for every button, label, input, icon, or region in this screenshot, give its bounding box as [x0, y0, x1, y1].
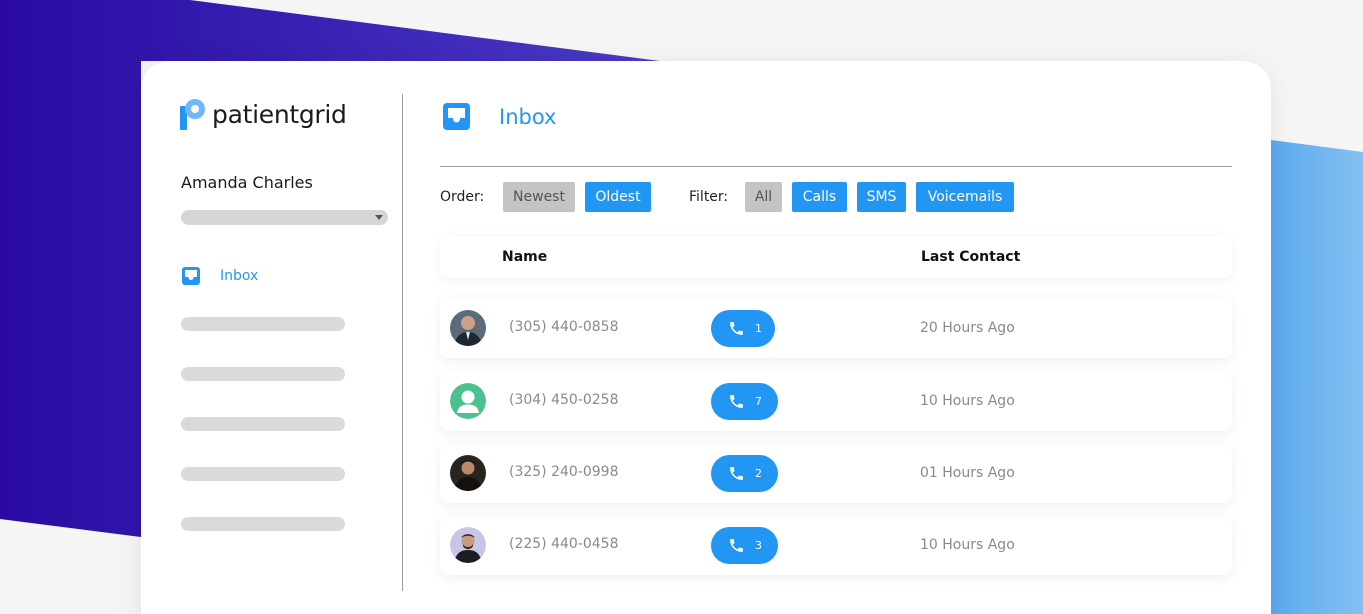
filter-label: Filter: [689, 189, 729, 205]
last-contact: 10 Hours Ago [920, 393, 1015, 409]
column-header-name: Name [502, 249, 548, 265]
contact-phone: (304) 450-0258 [509, 392, 619, 408]
sidebar-item-placeholder[interactable] [181, 417, 345, 431]
sidebar-item-placeholder[interactable] [181, 467, 345, 481]
table-row[interactable]: (225) 440-0458 3 10 Hours Ago [440, 516, 1232, 575]
phone-icon [730, 467, 743, 480]
filter-sms-button[interactable]: SMS [857, 182, 906, 212]
avatar [450, 527, 486, 563]
sidebar-item-inbox[interactable]: Inbox [182, 267, 258, 285]
call-count-button[interactable]: 1 [711, 310, 775, 347]
phone-icon [730, 322, 743, 335]
table-header: Name Last Contact [440, 236, 1232, 278]
call-count: 3 [755, 539, 762, 552]
contact-phone: (305) 440-0858 [509, 319, 619, 335]
inbox-icon [443, 103, 470, 130]
last-contact: 10 Hours Ago [920, 537, 1015, 553]
sidebar-item-label: Inbox [220, 268, 259, 284]
avatar [450, 455, 486, 491]
app-window: patientgrid Amanda Charles Inbox Inbox O… [141, 61, 1271, 614]
contact-phone: (325) 240-0998 [509, 464, 619, 480]
brand-name: patientgrid [212, 99, 347, 129]
call-count: 7 [755, 395, 762, 408]
column-header-last-contact: Last Contact [921, 249, 1021, 265]
order-oldest-button[interactable]: Oldest [585, 182, 651, 212]
page-title: Inbox [499, 105, 557, 129]
order-newest-button[interactable]: Newest [503, 182, 575, 212]
filter-calls-button[interactable]: Calls [792, 182, 847, 212]
table-row[interactable]: (304) 450-0258 7 10 Hours Ago [440, 372, 1232, 431]
order-label: Order: [440, 189, 485, 205]
chevron-down-icon [375, 215, 383, 220]
call-count-button[interactable]: 3 [711, 527, 778, 564]
default-user-icon [450, 383, 486, 419]
sidebar-item-placeholder[interactable] [181, 317, 345, 331]
phone-icon [730, 395, 743, 408]
avatar [450, 310, 486, 346]
last-contact: 01 Hours Ago [920, 465, 1015, 481]
sidebar-divider [402, 94, 403, 591]
table-row[interactable]: (305) 440-0858 1 20 Hours Ago [440, 299, 1232, 358]
table-row[interactable]: (325) 240-0998 2 01 Hours Ago [440, 444, 1232, 503]
header-divider [440, 166, 1232, 167]
sidebar-item-placeholder[interactable] [181, 367, 345, 381]
call-count-button[interactable]: 7 [711, 383, 778, 420]
logo: patientgrid [180, 98, 347, 130]
last-contact: 20 Hours Ago [920, 320, 1015, 336]
contact-phone: (225) 440-0458 [509, 536, 619, 552]
filter-voicemails-button[interactable]: Voicemails [916, 182, 1014, 212]
patientgrid-logo-icon [180, 99, 205, 130]
user-name: Amanda Charles [181, 173, 313, 192]
phone-icon [730, 539, 743, 552]
account-dropdown[interactable] [181, 210, 388, 225]
sidebar-item-placeholder[interactable] [181, 517, 345, 531]
call-count: 1 [755, 322, 762, 335]
call-count: 2 [755, 467, 762, 480]
inbox-icon [182, 267, 200, 285]
call-count-button[interactable]: 2 [711, 455, 778, 492]
filter-all-button[interactable]: All [745, 182, 782, 212]
